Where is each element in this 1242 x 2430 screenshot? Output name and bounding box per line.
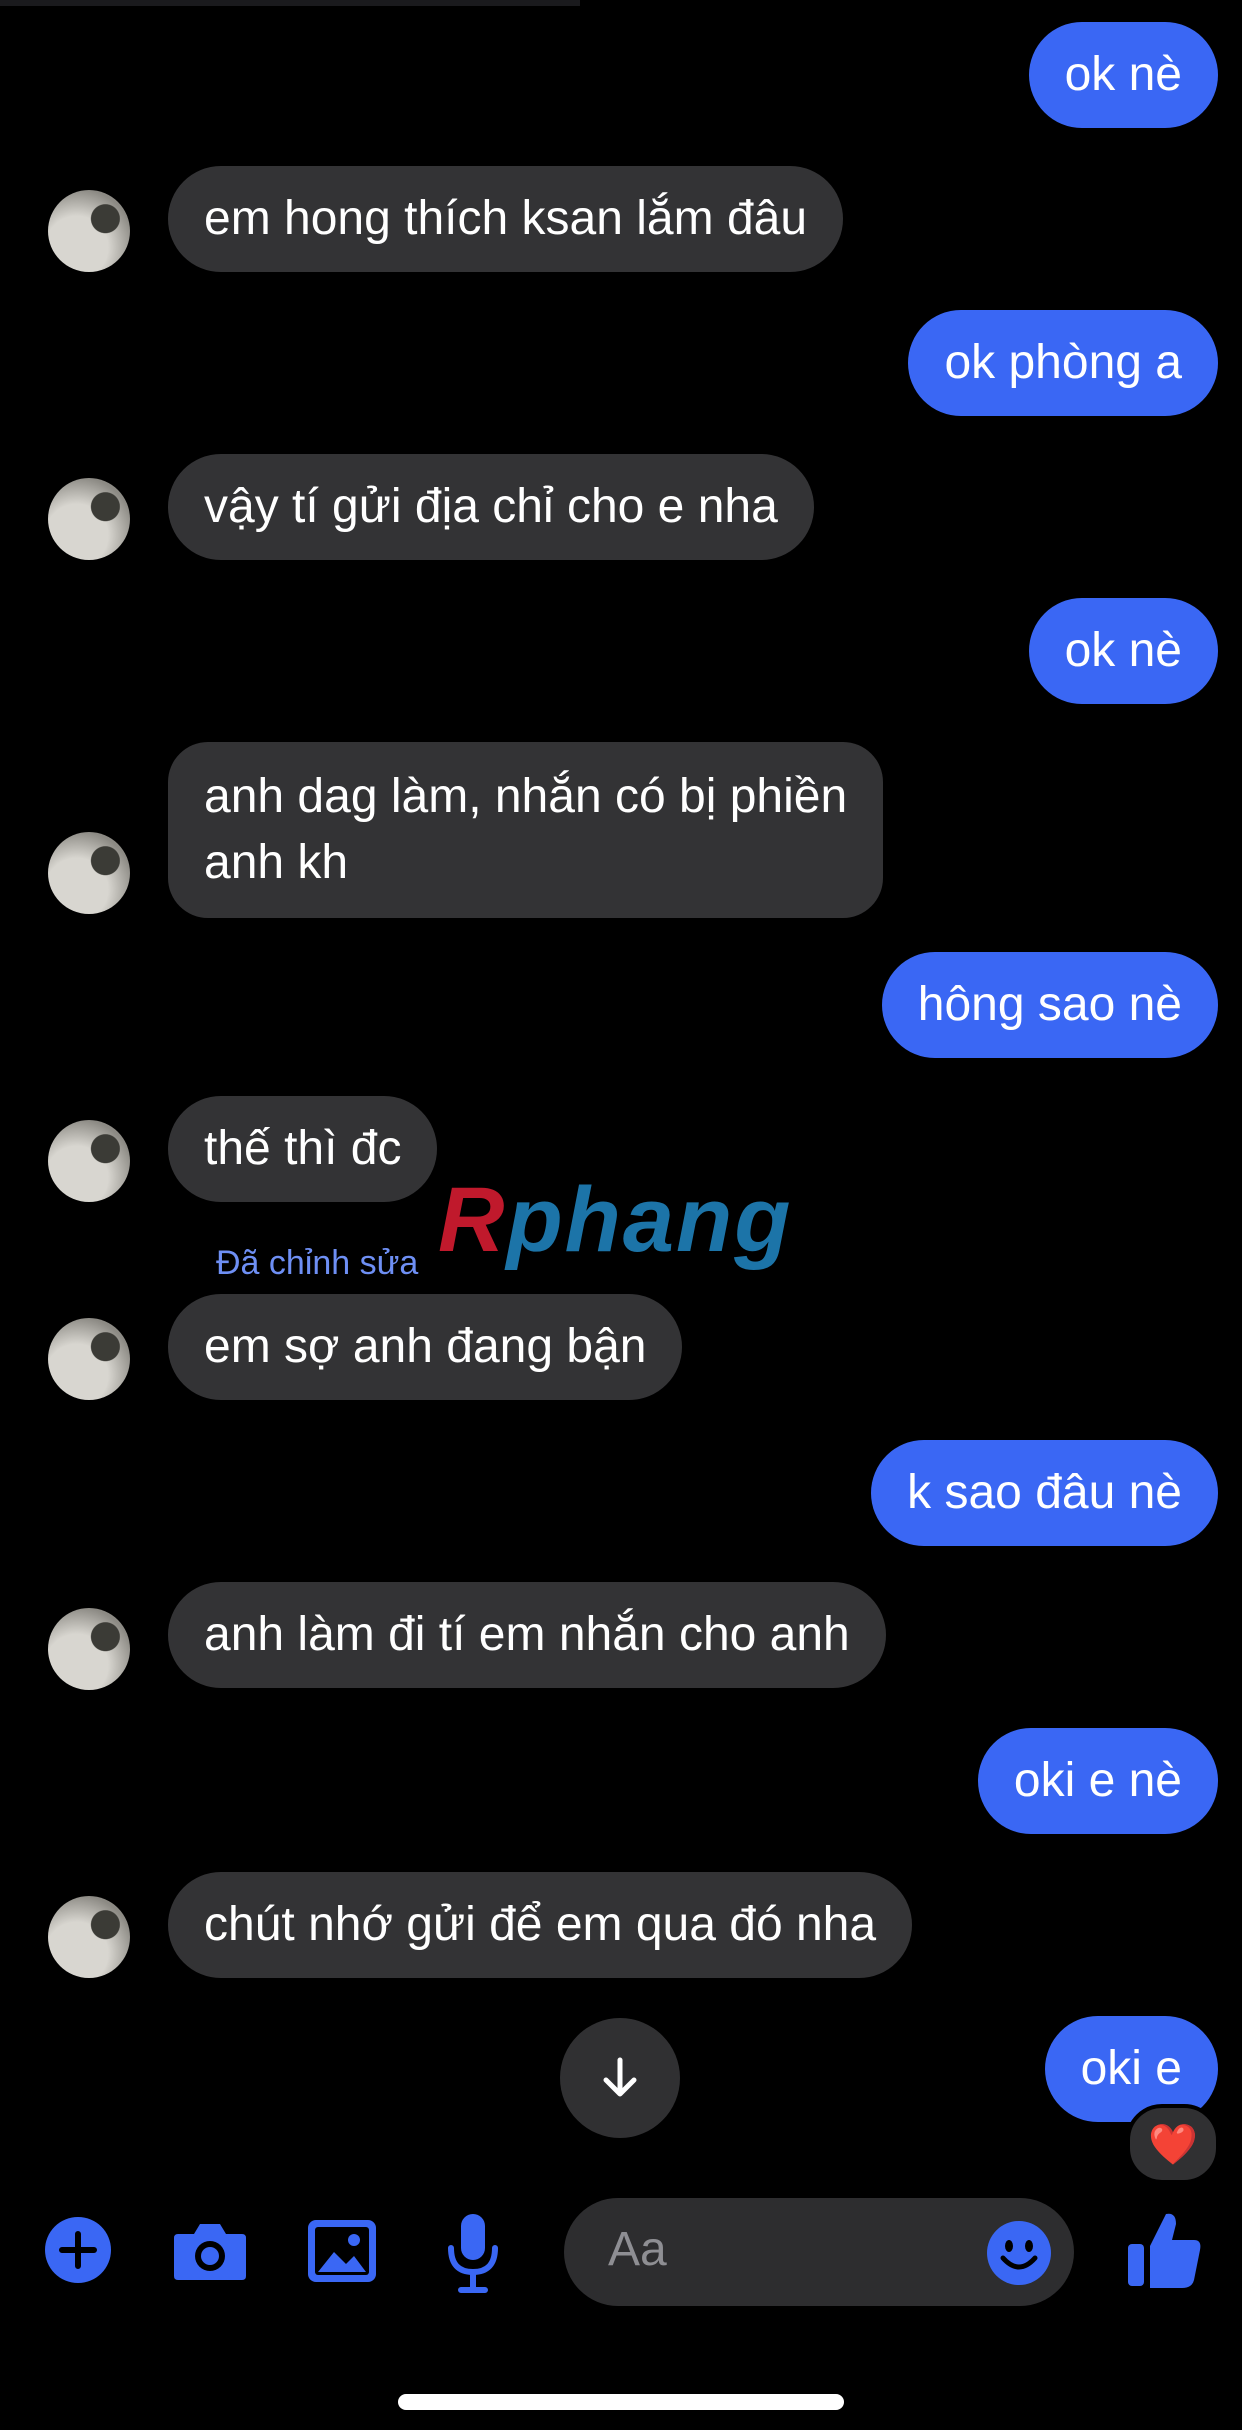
message-line: anh kh [204,836,349,889]
incoming-message[interactable]: chút nhớ gửi để em qua đó nha [168,1872,913,1978]
microphone-icon [448,2214,498,2293]
contact-avatar[interactable] [48,1120,130,1202]
incoming-message[interactable]: em hong thích ksan lắm đâu [168,166,844,272]
arrow-down-icon [603,2057,637,2097]
scroll-to-bottom-button[interactable] [560,2018,680,2138]
message-line: anh dag làm, nhắn có bị phiền [204,770,848,823]
watermark-rest: phang [506,1169,793,1271]
contact-avatar[interactable] [48,1896,130,1978]
outgoing-message[interactable]: ok phòng a [908,310,1218,416]
camera-button[interactable] [170,2218,250,2284]
home-indicator[interactable] [398,2394,844,2410]
message-input-placeholder: Aa [608,2223,667,2276]
outgoing-message[interactable]: hông sao nè [881,952,1218,1058]
status-area [0,0,580,6]
outgoing-message[interactable]: ok nè [1028,22,1218,128]
image-icon [308,2220,376,2282]
incoming-message[interactable]: thế thì đc [168,1096,438,1202]
camera-icon [174,2224,246,2280]
contact-avatar[interactable] [48,1318,130,1400]
watermark-first-letter: R [438,1169,507,1271]
incoming-message[interactable]: anh dag làm, nhắn có bị phiền anh kh [168,742,884,918]
gallery-button[interactable] [306,2218,378,2284]
emoji-button[interactable] [986,2220,1052,2286]
contact-avatar[interactable] [48,1608,130,1690]
like-button[interactable] [1126,2208,1202,2290]
add-button[interactable] [44,2216,112,2284]
edited-label: Đã chỉnh sửa [216,1244,419,1282]
message-input[interactable]: Aa [564,2198,1074,2306]
plus-circle-icon [45,2217,111,2283]
outgoing-message[interactable]: k sao đâu nè [871,1440,1218,1546]
outgoing-message[interactable]: oki e nè [977,1728,1218,1834]
thumbs-up-icon [1128,2213,1201,2288]
watermark-logo: Rphang [438,1168,792,1273]
contact-avatar[interactable] [48,478,130,560]
outgoing-message[interactable]: ok nè [1028,598,1218,704]
incoming-message[interactable]: anh làm đi tí em nhắn cho anh [168,1582,886,1688]
contact-avatar[interactable] [48,832,130,914]
voice-button[interactable] [446,2210,500,2294]
incoming-message[interactable]: em sợ anh đang bận [168,1294,683,1400]
incoming-message[interactable]: vậy tí gửi địa chỉ cho e nha [168,454,814,560]
contact-avatar[interactable] [48,190,130,272]
smiley-icon [987,2221,1051,2285]
heart-reaction[interactable]: ❤️ [1126,2104,1220,2184]
